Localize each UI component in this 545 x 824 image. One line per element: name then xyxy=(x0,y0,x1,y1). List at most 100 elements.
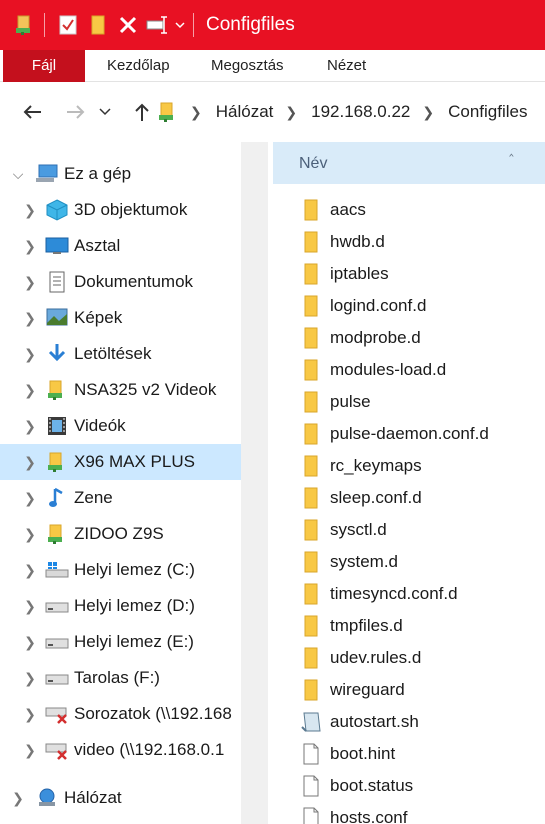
script-file-icon xyxy=(298,709,324,735)
chevron-right-icon[interactable]: ❯ xyxy=(22,670,38,687)
tree-item[interactable]: ❯ X96 MAX PLUS xyxy=(0,444,241,480)
breadcrumb-separator-icon[interactable]: ❯ xyxy=(422,104,434,121)
breadcrumb-network[interactable]: Hálózat xyxy=(216,102,274,122)
chevron-right-icon[interactable]: ❯ xyxy=(22,526,38,543)
tree-item[interactable]: ❯ Letöltések xyxy=(0,336,241,372)
up-button[interactable] xyxy=(126,96,158,128)
tree-item[interactable]: ❯ Helyi lemez (E:) xyxy=(0,624,241,660)
tree-item[interactable]: ❯ Zene xyxy=(0,480,241,516)
delete-icon[interactable] xyxy=(113,0,143,50)
list-item[interactable]: tmpfiles.d xyxy=(298,610,403,642)
column-header-name[interactable]: ‸ Név xyxy=(273,140,545,184)
list-item[interactable]: modprobe.d xyxy=(298,322,421,354)
list-item[interactable]: timesyncd.conf.d xyxy=(298,578,458,610)
chevron-right-icon[interactable]: ❯ xyxy=(22,310,38,327)
tree-item-this-pc[interactable]: ⌵ Ez a gép xyxy=(0,156,241,192)
list-item[interactable]: modules-load.d xyxy=(298,354,446,386)
chevron-right-icon[interactable]: ❯ xyxy=(22,742,38,759)
tree-item-label: video (\\192.168.0.1 xyxy=(74,740,225,759)
forward-button[interactable] xyxy=(60,96,92,128)
navigation-pane-scrollbar[interactable] xyxy=(241,142,268,824)
tab-share[interactable]: Megosztás xyxy=(211,50,284,82)
tree-item[interactable]: ❯ Dokumentumok xyxy=(0,264,241,300)
list-item[interactable]: udev.rules.d xyxy=(298,642,421,674)
list-item[interactable]: system.d xyxy=(298,546,398,578)
list-item[interactable]: rc_keymaps xyxy=(298,450,422,482)
recent-locations-button[interactable] xyxy=(95,96,115,128)
file-name: timesyncd.conf.d xyxy=(330,584,458,603)
network-folder-icon xyxy=(10,0,40,50)
chevron-right-icon[interactable]: ❯ xyxy=(22,454,38,471)
tree-item-label: 3D objektumok xyxy=(74,200,188,219)
breadcrumb-host[interactable]: 192.168.0.22 xyxy=(311,102,410,122)
tree-item-label: Képek xyxy=(74,308,123,327)
list-item[interactable]: boot.status xyxy=(298,770,413,802)
chevron-right-icon[interactable]: ❯ xyxy=(22,274,38,291)
tree-item[interactable]: ❯ Asztal xyxy=(0,228,241,264)
rename-icon[interactable] xyxy=(143,0,173,50)
list-item[interactable]: pulse-daemon.conf.d xyxy=(298,418,489,450)
breadcrumb-separator-icon[interactable]: ❯ xyxy=(285,104,297,121)
list-item[interactable]: sysctl.d xyxy=(298,514,387,546)
documents-icon xyxy=(44,270,70,294)
tree-item-label: Zene xyxy=(74,488,113,507)
customize-toolbar-chevron-icon[interactable] xyxy=(173,0,187,50)
drive-icon xyxy=(44,630,70,654)
folder-icon xyxy=(298,645,324,671)
tree-item-network[interactable]: ❯ Hálózat xyxy=(0,780,241,816)
back-button[interactable] xyxy=(16,96,48,128)
tree-item[interactable]: ❯ ZIDOO Z9S xyxy=(0,516,241,552)
chevron-right-icon[interactable]: ❯ xyxy=(22,562,38,579)
tab-file[interactable]: Fájl xyxy=(3,50,85,82)
tree-item[interactable]: ❯ Tarolas (F:) xyxy=(0,660,241,696)
chevron-right-icon[interactable]: ❯ xyxy=(22,202,38,219)
chevron-right-icon[interactable]: ❯ xyxy=(22,418,38,435)
tree-item[interactable]: ❯ video (\\192.168.0.1 xyxy=(0,732,241,768)
folder-icon xyxy=(298,357,324,383)
file-name: tmpfiles.d xyxy=(330,616,403,635)
tab-home[interactable]: Kezdőlap xyxy=(107,50,170,82)
chevron-right-icon[interactable]: ❯ xyxy=(22,598,38,615)
list-item[interactable]: logind.conf.d xyxy=(298,290,426,322)
tree-item[interactable]: ❯ 3D objektumok xyxy=(0,192,241,228)
folder-icon xyxy=(298,229,324,255)
list-item[interactable]: iptables xyxy=(298,258,389,290)
tab-view[interactable]: Nézet xyxy=(327,50,366,82)
list-item[interactable]: hwdb.d xyxy=(298,226,385,258)
breadcrumb-folder[interactable]: Configfiles xyxy=(448,102,527,122)
list-item[interactable]: pulse xyxy=(298,386,371,418)
tree-item[interactable]: ❯ Képek xyxy=(0,300,241,336)
list-item[interactable]: hosts.conf xyxy=(298,802,408,824)
new-folder-icon[interactable] xyxy=(83,0,113,50)
list-item[interactable]: autostart.sh xyxy=(298,706,419,738)
chevron-down-icon[interactable]: ⌵ xyxy=(10,166,26,183)
network-folder-icon xyxy=(44,378,70,402)
file-name: rc_keymaps xyxy=(330,456,422,475)
tree-item-label: Hálózat xyxy=(64,788,122,807)
chevron-right-icon[interactable]: ❯ xyxy=(10,790,26,807)
list-item[interactable]: sleep.conf.d xyxy=(298,482,422,514)
breadcrumb-separator-icon[interactable]: ❯ xyxy=(190,104,202,121)
address-bar[interactable]: ❯ Hálózat ❯ 192.168.0.22 ❯ Configfiles xyxy=(158,96,545,128)
tree-item[interactable]: ❯ Helyi lemez (D:) xyxy=(0,588,241,624)
navigation-pane[interactable]: ⌵ Ez a gép ❯ 3D objektumok ❯ Asztal ❯ Dokumen… xyxy=(0,142,268,824)
tree-item[interactable]: ❯ Sorozatok (\\192.168 xyxy=(0,696,241,732)
chevron-right-icon[interactable]: ❯ xyxy=(22,382,38,399)
properties-icon[interactable] xyxy=(53,0,83,50)
tree-item[interactable]: ❯ NSA325 v2 Videok xyxy=(0,372,241,408)
file-name: hosts.conf xyxy=(330,808,408,824)
music-icon xyxy=(44,486,70,510)
list-item[interactable]: aacs xyxy=(298,194,366,226)
tree-item[interactable]: ❯ Videók xyxy=(0,408,241,444)
chevron-right-icon[interactable]: ❯ xyxy=(22,346,38,363)
folder-icon xyxy=(298,549,324,575)
chevron-right-icon[interactable]: ❯ xyxy=(22,706,38,723)
tree-item[interactable]: ❯ Helyi lemez (C:) xyxy=(0,552,241,588)
file-icon xyxy=(298,773,324,799)
list-item[interactable]: wireguard xyxy=(298,674,405,706)
list-item[interactable]: boot.hint xyxy=(298,738,395,770)
chevron-right-icon[interactable]: ❯ xyxy=(22,238,38,255)
chevron-right-icon[interactable]: ❯ xyxy=(22,490,38,507)
file-list[interactable]: ‸ Név aacs hwdb.d iptables logind.conf.d mod… xyxy=(268,140,545,824)
chevron-right-icon[interactable]: ❯ xyxy=(22,634,38,651)
